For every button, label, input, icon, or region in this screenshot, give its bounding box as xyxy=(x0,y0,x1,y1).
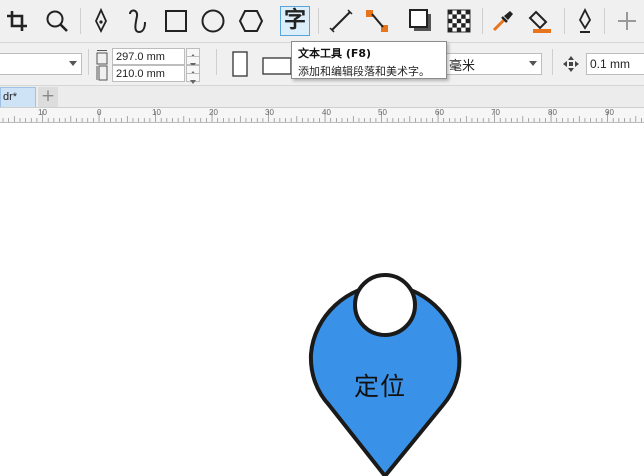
landscape-orientation-icon[interactable] xyxy=(262,56,292,76)
portrait-orientation-icon[interactable] xyxy=(231,51,249,77)
text-tool-icon: 字 xyxy=(283,8,306,33)
artistic-media-tool-icon[interactable] xyxy=(123,6,153,36)
add-tool-icon[interactable] xyxy=(612,6,642,36)
units-value: 毫米 xyxy=(449,58,476,74)
toolbar-separator xyxy=(564,8,565,34)
dimension-tool-icon[interactable] xyxy=(326,6,356,36)
rectangle-tool-icon[interactable] xyxy=(161,6,191,36)
toolbar-separator xyxy=(604,8,605,34)
toolbar-separator xyxy=(482,8,483,34)
crop-tool-icon[interactable] xyxy=(2,6,32,36)
drawing-canvas[interactable] xyxy=(0,123,644,476)
ruler-label: 70 xyxy=(491,108,500,117)
page-height-input[interactable]: 210.0 mm xyxy=(112,65,185,82)
height-spin-down-button[interactable] xyxy=(186,73,200,84)
ruler-label: 40 xyxy=(322,108,331,117)
transparency-tool-icon[interactable] xyxy=(444,6,474,36)
chevron-down-icon xyxy=(529,61,537,66)
page-width-icon xyxy=(96,49,108,65)
ruler-label: 60 xyxy=(435,108,444,117)
eyedropper-tool-icon[interactable] xyxy=(488,6,518,36)
toolbox-toolbar: 字 xyxy=(0,0,644,43)
add-tab-button[interactable]: + xyxy=(38,87,58,107)
propbar-separator xyxy=(88,49,89,75)
location-pin-hole xyxy=(353,273,417,337)
tooltip-description: 添加和编辑段落和美术字。 xyxy=(298,65,430,78)
interactive-fill-tool-icon[interactable] xyxy=(526,6,556,36)
ruler-label: 0 xyxy=(97,108,102,117)
connector-tool-icon[interactable] xyxy=(362,6,392,36)
drop-shadow-tool-icon[interactable] xyxy=(406,6,436,36)
toolbar-separator xyxy=(80,8,81,34)
ruler-label: 10 xyxy=(152,108,161,117)
pin-caption[interactable]: 定位 xyxy=(354,367,414,403)
ruler-label: 20 xyxy=(209,108,218,117)
ellipse-tool-icon[interactable] xyxy=(198,6,228,36)
polygon-tool-icon[interactable] xyxy=(236,6,266,36)
document-tab[interactable]: dr* xyxy=(0,87,36,107)
ruler-label: 10 xyxy=(38,108,47,117)
ruler-label: 50 xyxy=(378,108,387,117)
pen-tool-icon[interactable] xyxy=(86,6,116,36)
zoom-tool-icon[interactable] xyxy=(42,6,72,36)
page-size-dropdown[interactable] xyxy=(0,53,82,75)
width-spin-down-button[interactable] xyxy=(186,56,200,67)
horizontal-ruler[interactable]: 10 0 10 20 30 40 50 60 70 80 90 xyxy=(0,108,644,123)
ruler-label: 90 xyxy=(605,108,614,117)
units-dropdown[interactable]: 毫米 xyxy=(444,53,542,75)
document-tab-bar: dr* + xyxy=(0,86,644,108)
text-tool-tooltip: 文本工具 (F8) 添加和编辑段落和美术字。 xyxy=(291,41,447,79)
canvas-drawing xyxy=(308,273,462,476)
tooltip-title: 文本工具 (F8) xyxy=(298,47,372,60)
ruler-label: 80 xyxy=(548,108,557,117)
nudge-distance-input[interactable]: 0.1 mm xyxy=(586,53,644,75)
propbar-separator xyxy=(216,49,217,75)
page-height-icon xyxy=(96,65,108,81)
text-tool-button[interactable]: 字 xyxy=(280,6,310,36)
propbar-separator xyxy=(552,49,553,75)
toolbar-separator xyxy=(318,8,319,34)
page-width-input[interactable]: 297.0 mm xyxy=(112,48,185,65)
nudge-distance-icon xyxy=(562,55,580,73)
smart-fill-pen-icon[interactable] xyxy=(570,6,600,36)
chevron-down-icon xyxy=(69,61,77,66)
ruler-label: 30 xyxy=(265,108,274,117)
